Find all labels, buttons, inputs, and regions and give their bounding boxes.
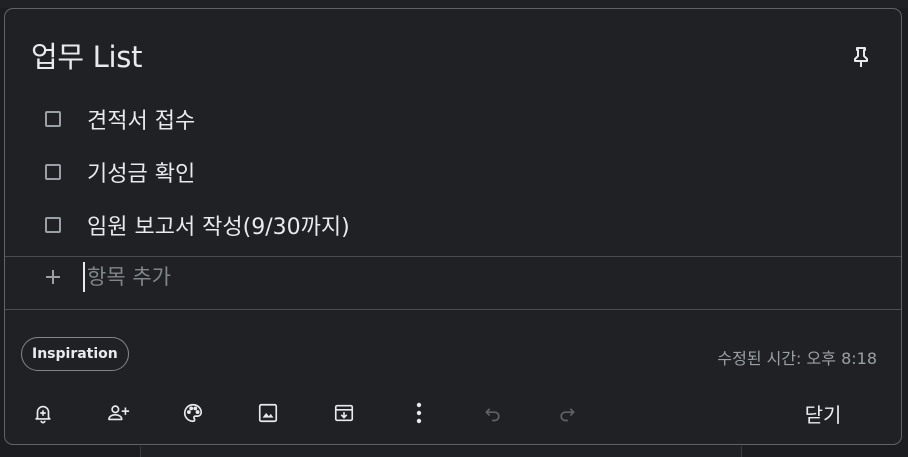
edited-timestamp: 수정된 시간: 오후 8:18 (717, 349, 877, 368)
more-vert-icon[interactable] (401, 395, 437, 431)
divider (5, 309, 901, 310)
list-item-text[interactable]: 임원 보고서 작성(9/30까지) (87, 209, 350, 241)
note-title[interactable]: 업무 List (31, 34, 142, 76)
checkbox[interactable] (45, 217, 61, 233)
checkbox[interactable] (45, 111, 61, 127)
add-item-row[interactable] (5, 257, 901, 309)
collaborator-icon[interactable] (101, 395, 137, 431)
background-note-edge (140, 446, 742, 457)
close-button[interactable]: 닫기 (787, 393, 859, 433)
list-item[interactable]: 견적서 접수 (5, 93, 901, 145)
checkbox[interactable] (45, 164, 61, 180)
redo-icon[interactable] (549, 395, 585, 431)
undo-icon[interactable] (475, 395, 511, 431)
label-chip[interactable]: Inspiration (21, 337, 129, 371)
palette-icon[interactable] (175, 395, 211, 431)
note-editor-dialog: 업무 List 견적서 접수 기성금 확인 임원 보고서 작성(9/30까지) (4, 8, 902, 445)
reminder-icon[interactable] (25, 395, 61, 431)
list-item[interactable]: 기성금 확인 (5, 146, 901, 198)
pin-icon[interactable] (841, 37, 881, 77)
list-item[interactable]: 임원 보고서 작성(9/30까지) (5, 199, 901, 251)
add-item-input[interactable] (83, 262, 487, 292)
background-note-edge (0, 0, 908, 8)
list-item-text[interactable]: 견적서 접수 (87, 103, 195, 135)
archive-icon[interactable] (326, 395, 362, 431)
plus-icon[interactable] (41, 265, 65, 289)
list-item-text[interactable]: 기성금 확인 (87, 156, 195, 188)
image-icon[interactable] (250, 395, 286, 431)
